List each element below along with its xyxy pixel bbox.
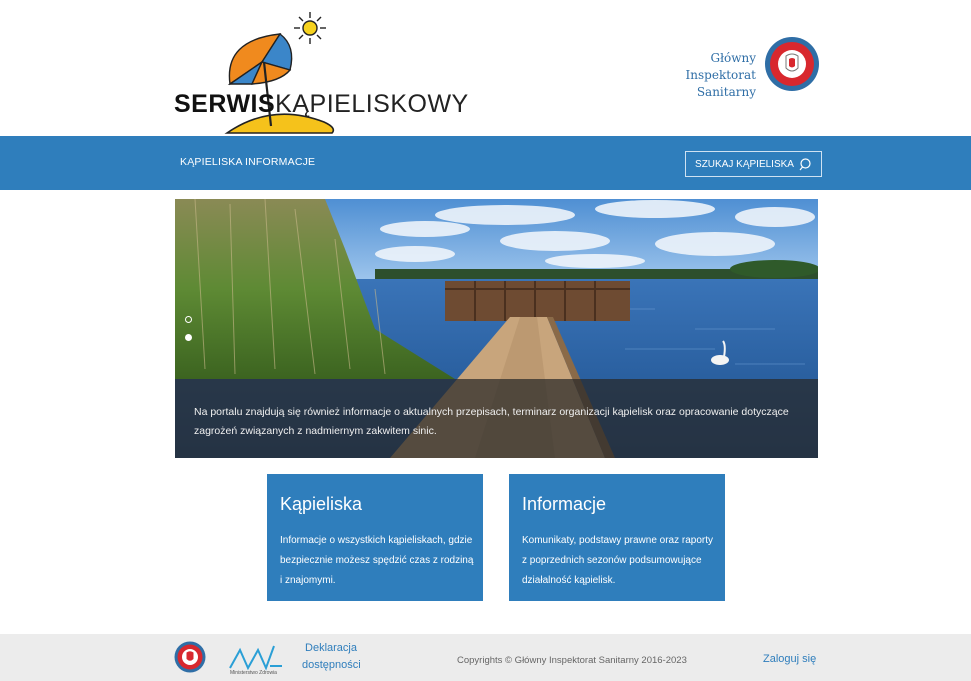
logo-light-text: KĄPIELISKOWY <box>275 90 469 118</box>
inspectorate-seal-icon[interactable] <box>764 36 820 92</box>
inspectorate-line-1: Główny Inspektorat <box>685 51 756 82</box>
login-link[interactable]: Zaloguj się <box>763 653 816 665</box>
carousel-dot-2[interactable] <box>185 334 192 341</box>
logo-wordmark: SERWISKĄPIELISKOWY <box>174 90 469 119</box>
nav-item-informacje[interactable]: INFORMACJE <box>245 156 315 168</box>
accessibility-declaration-link[interactable]: Deklaracja dostępności <box>302 640 361 674</box>
search-bathing-sites-button[interactable]: SZUKAJ KĄPIELISKA <box>685 151 822 177</box>
main-nav: KĄPIELISKA INFORMACJE SZUKAJ KĄPIELISKA <box>0 136 971 190</box>
hero-caption-text: Na portalu znajdują się również informac… <box>194 406 789 437</box>
page-header: SERWISKĄPIELISKOWY Główny Inspektorat Sa… <box>0 0 971 136</box>
page-footer: Ministerstwo Zdrowia Deklaracja dostępno… <box>0 634 971 681</box>
nav-item-kapieliska[interactable]: KĄPIELISKA <box>180 156 243 168</box>
inspectorate-seal-icon[interactable] <box>174 641 206 673</box>
inspectorate-line-2: Sanitarny <box>696 85 756 99</box>
copyright-text: Copyrights © Główny Inspektorat Sanitarn… <box>457 655 687 666</box>
card-kapieliska-text: Informacje o wszystkich kąpieliskach, gd… <box>280 535 474 586</box>
inspectorate-name[interactable]: Główny Inspektorat Sanitarny <box>640 50 756 101</box>
sun-icon <box>294 12 326 44</box>
site-logo[interactable]: SERWISKĄPIELISKOWY <box>172 10 468 134</box>
ministry-label: Ministerstwo Zdrowia <box>230 670 277 676</box>
card-informacje-text: Komunikaty, podstawy prawne oraz raporty… <box>522 535 714 586</box>
search-button-label: SZUKAJ KĄPIELISKA <box>695 158 794 170</box>
card-informacje-title: Informacje <box>522 494 607 514</box>
card-kapieliska-title: Kąpieliska <box>280 494 363 514</box>
card-kapieliska[interactable]: Kąpieliska Informacje o wszystkich kąpie… <box>267 474 483 601</box>
carousel-dot-1[interactable] <box>185 316 192 323</box>
hero-caption: Na portalu znajdują się również informac… <box>175 379 818 458</box>
hero-carousel[interactable]: Na portalu znajdują się również informac… <box>175 199 818 458</box>
logo-bold-text: SERWIS <box>174 90 276 118</box>
card-informacje[interactable]: Informacje Komunikaty, podstawy prawne o… <box>509 474 725 601</box>
search-icon <box>799 157 811 170</box>
